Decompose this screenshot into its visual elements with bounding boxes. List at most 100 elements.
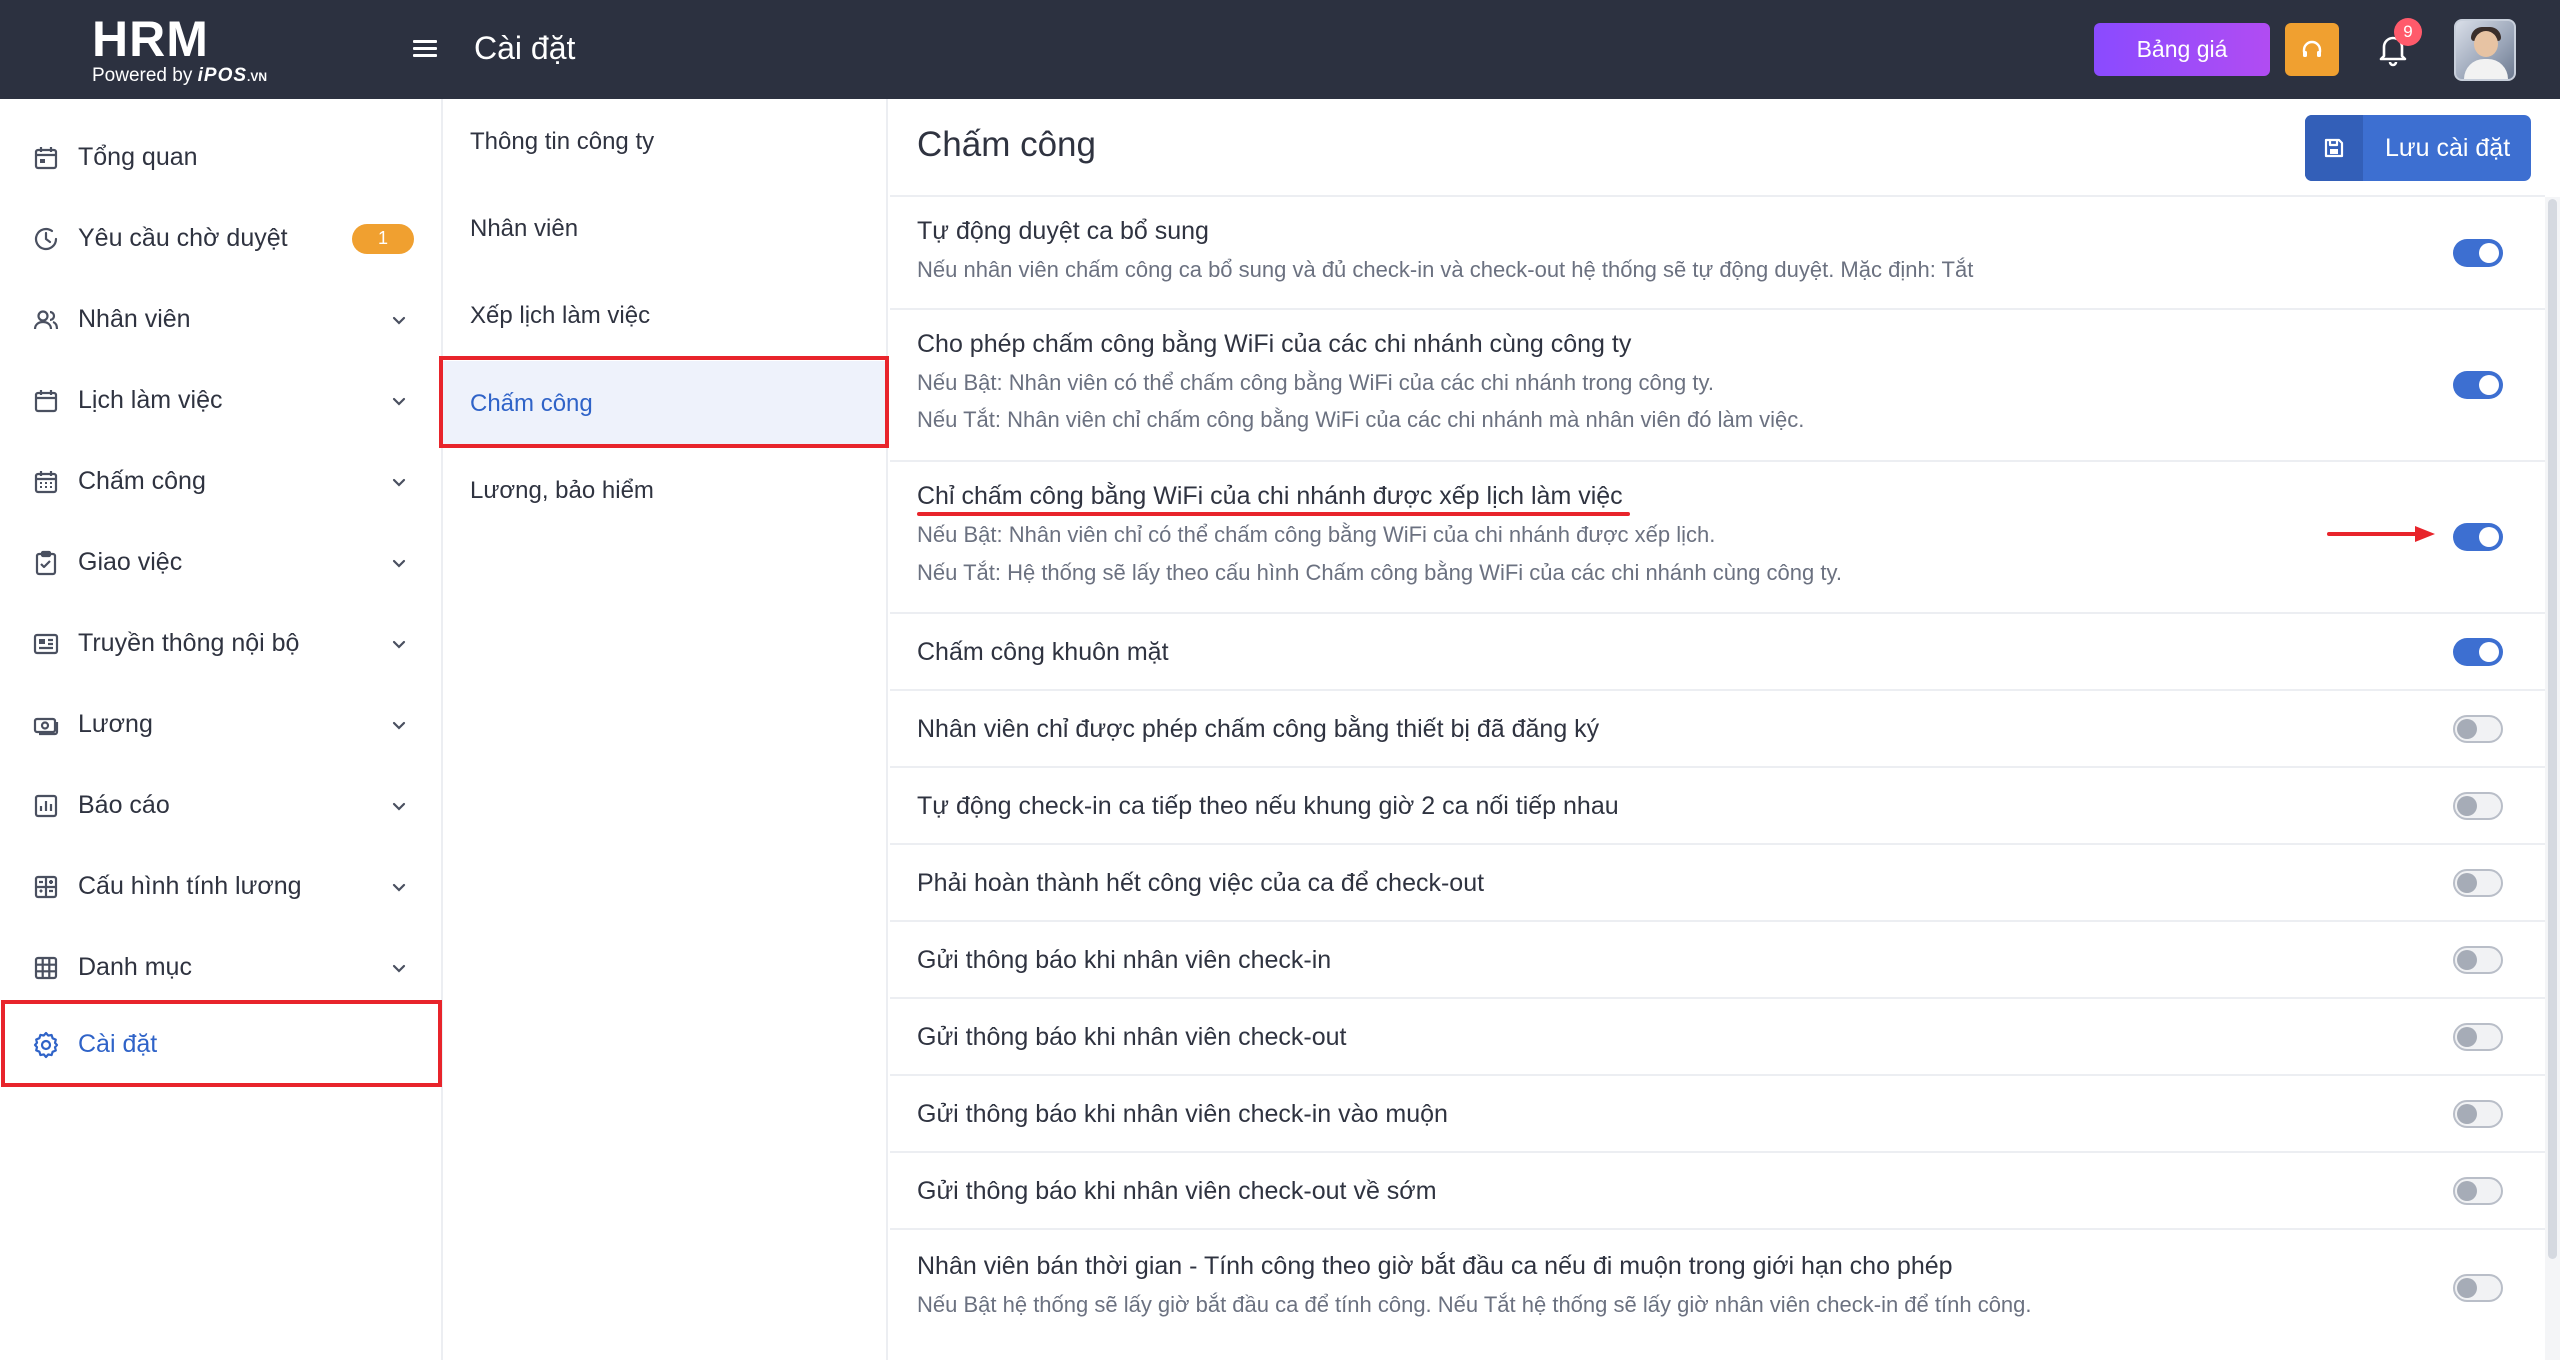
sidebar-item-internal-news[interactable]: Truyền thông nội bộ xyxy=(0,603,443,684)
avatar[interactable] xyxy=(2454,19,2516,81)
setting-title: Gửi thông báo khi nhân viên check-out về… xyxy=(917,1177,1437,1205)
chevron-down-icon xyxy=(392,883,406,892)
clock-icon xyxy=(30,223,62,255)
settings-subnav: Thông tin công ty Nhân viên Xếp lịch làm… xyxy=(443,99,888,1360)
sidebar-item-label: Cấu hình tính lương xyxy=(78,872,302,900)
subnav-item-label: Thông tin công ty xyxy=(470,128,655,155)
subnav-item-label: Lương, bảo hiểm xyxy=(470,477,654,504)
setting-title: Gửi thông báo khi nhân viên check-out xyxy=(917,1023,1347,1051)
scrollbar-thumb[interactable] xyxy=(2548,199,2557,1259)
annotation-highlight-box xyxy=(439,356,889,448)
support-button[interactable] xyxy=(2285,23,2339,76)
setting-row: Phải hoàn thành hết công việc của ca để … xyxy=(890,845,2545,922)
clipboard-check-icon xyxy=(30,547,62,579)
sidebar-item-reports[interactable]: Báo cáo xyxy=(0,765,443,846)
sidebar-item-pending-requests[interactable]: Yêu cầu chờ duyệt 1 xyxy=(0,198,443,279)
setting-title: Chấm công khuôn mặt xyxy=(917,638,1169,666)
grid-icon xyxy=(30,952,62,984)
chevron-down-icon xyxy=(392,316,406,325)
setting-row: Chỉ chấm công bằng WiFi của chi nhánh đư… xyxy=(890,462,2545,614)
setting-row: Gửi thông báo khi nhân viên check-in vào… xyxy=(890,1076,2545,1153)
subnav-item-scheduling[interactable]: Xếp lịch làm việc xyxy=(443,273,886,359)
menu-toggle-icon[interactable] xyxy=(410,36,440,62)
setting-toggle[interactable] xyxy=(2453,946,2503,974)
chevron-down-icon xyxy=(392,802,406,811)
main-panel: Chấm công Lưu cài đặt Tự động duyệt ca b… xyxy=(890,99,2560,1360)
setting-toggle[interactable] xyxy=(2453,371,2503,399)
subnav-item-label: Xếp lịch làm việc xyxy=(470,302,651,329)
annotation-underline xyxy=(917,512,1630,516)
setting-title: Nhân viên chỉ được phép chấm công bằng t… xyxy=(917,715,1600,743)
setting-toggle[interactable] xyxy=(2453,239,2503,267)
sidebar-item-categories[interactable]: Danh mục xyxy=(0,927,443,1008)
app-logo[interactable]: HRM Powered by iPOS.VN xyxy=(92,14,267,88)
save-icon xyxy=(2305,115,2363,181)
sidebar-item-label: Yêu cầu chờ duyệt xyxy=(78,224,288,252)
annotation-highlight-box xyxy=(1,1000,442,1087)
setting-row: Gửi thông báo khi nhân viên check-out xyxy=(890,999,2545,1076)
setting-toggle[interactable] xyxy=(2453,523,2503,551)
annotation-arrow-icon xyxy=(2327,526,2435,542)
pending-count-badge: 1 xyxy=(352,223,414,254)
sidebar-item-label: Tổng quan xyxy=(78,143,198,171)
sidebar-item-label: Lương xyxy=(78,710,153,738)
setting-title: Chỉ chấm công bằng WiFi của chi nhánh đư… xyxy=(917,482,1623,510)
sidebar-item-tasks[interactable]: Giao việc xyxy=(0,522,443,603)
chevron-down-icon xyxy=(392,478,406,487)
users-icon xyxy=(30,304,62,336)
setting-row: Gửi thông báo khi nhân viên check-out về… xyxy=(890,1153,2545,1230)
setting-row: Chấm công khuôn mặt xyxy=(890,614,2545,691)
main-header: Chấm công Lưu cài đặt xyxy=(890,99,2545,197)
sidebar-item-label: Nhân viên xyxy=(78,305,191,333)
sidebar-item-overview[interactable]: Tổng quan xyxy=(0,117,443,198)
sidebar-item-employees[interactable]: Nhân viên xyxy=(0,279,443,360)
setting-toggle[interactable] xyxy=(2453,1023,2503,1051)
setting-description: Nếu nhân viên chấm công ca bổ sung và đủ… xyxy=(917,257,1974,282)
sidebar-item-label: Truyền thông nội bộ xyxy=(78,629,300,657)
powered-brand: iPOS xyxy=(197,65,248,86)
sidebar-item-label: Danh mục xyxy=(78,953,192,981)
sidebar-item-salary[interactable]: Lương xyxy=(0,684,443,765)
section-title: Chấm công xyxy=(917,125,1096,164)
chevron-down-icon xyxy=(392,397,406,406)
subnav-item-company-info[interactable]: Thông tin công ty xyxy=(443,99,886,185)
setting-title: Gửi thông báo khi nhân viên check-in xyxy=(917,946,1332,974)
setting-title: Tự động check-in ca tiếp theo nếu khung … xyxy=(917,792,1619,820)
setting-row: Tự động check-in ca tiếp theo nếu khung … xyxy=(890,768,2545,845)
chevron-down-icon xyxy=(392,964,406,973)
chevron-down-icon xyxy=(392,640,406,649)
sidebar-item-label: Giao việc xyxy=(78,548,183,576)
setting-row: Gửi thông báo khi nhân viên check-in xyxy=(890,922,2545,999)
setting-toggle[interactable] xyxy=(2453,1177,2503,1205)
save-settings-button[interactable]: Lưu cài đặt xyxy=(2305,115,2531,181)
setting-title: Tự động duyệt ca bổ sung xyxy=(917,217,1209,245)
setting-toggle[interactable] xyxy=(2453,792,2503,820)
calendar-grid-icon xyxy=(30,466,62,498)
setting-title: Cho phép chấm công bằng WiFi của các chi… xyxy=(917,330,1632,358)
sidebar-item-salary-config[interactable]: Cấu hình tính lương xyxy=(0,846,443,927)
logo-powered-by: Powered by iPOS.VN xyxy=(92,65,267,88)
sidebar-item-label: Lịch làm việc xyxy=(78,386,223,414)
setting-toggle[interactable] xyxy=(2453,638,2503,666)
sidebar-item-schedule[interactable]: Lịch làm việc xyxy=(0,360,443,441)
pricing-button[interactable]: Bảng giá xyxy=(2094,23,2270,76)
subnav-item-salary-insurance[interactable]: Lương, bảo hiểm xyxy=(443,448,886,534)
setting-description: Nếu Tắt: Hệ thống sẽ lấy theo cấu hình C… xyxy=(917,560,1842,585)
setting-toggle[interactable] xyxy=(2453,715,2503,743)
setting-toggle[interactable] xyxy=(2453,1100,2503,1128)
setting-row: Tự động duyệt ca bổ sung Nếu nhân viên c… xyxy=(890,197,2545,310)
subnav-item-employees[interactable]: Nhân viên xyxy=(443,186,886,272)
sidebar-item-label: Chấm công xyxy=(78,467,206,495)
setting-title: Phải hoàn thành hết công việc của ca để … xyxy=(917,869,1485,897)
setting-description: Nếu Bật hệ thống sẽ lấy giờ bắt đầu ca đ… xyxy=(917,1292,2032,1317)
setting-row: Nhân viên chỉ được phép chấm công bằng t… xyxy=(890,691,2545,768)
setting-title: Nhân viên bán thời gian - Tính công theo… xyxy=(917,1252,1953,1280)
page-title: Cài đặt xyxy=(474,30,576,66)
calendar-icon xyxy=(30,385,62,417)
setting-toggle[interactable] xyxy=(2453,869,2503,897)
powered-tld: .VN xyxy=(247,70,268,84)
setting-toggle[interactable] xyxy=(2453,1274,2503,1302)
sidebar-item-timekeeping[interactable]: Chấm công xyxy=(0,441,443,522)
sidebar: Tổng quan Yêu cầu chờ duyệt 1 Nhân viên … xyxy=(0,99,443,1360)
setting-row: Nhân viên bán thời gian - Tính công theo… xyxy=(890,1230,2545,1360)
